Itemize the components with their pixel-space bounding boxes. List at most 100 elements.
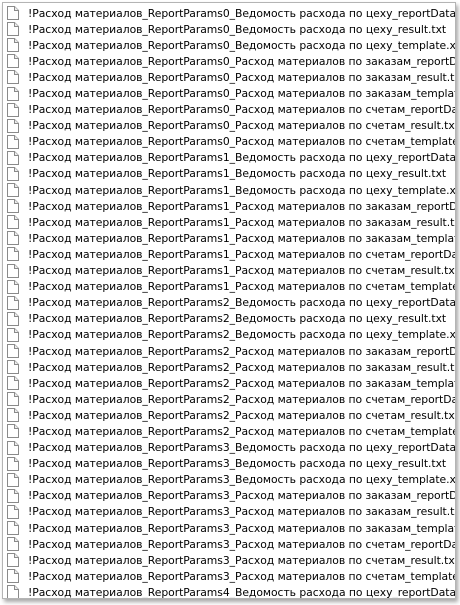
file-icon [7, 488, 19, 503]
file-list-item[interactable]: !Расход материалов_ReportParams2_Расход … [3, 423, 455, 439]
file-icon [7, 70, 19, 85]
file-icon [7, 392, 19, 407]
file-list-item[interactable]: !Расход материалов_ReportParams2_Расход … [3, 375, 455, 391]
file-list-item[interactable]: !Расход материалов_ReportParams1_Ведомос… [3, 182, 455, 198]
file-icon [7, 38, 19, 53]
file-list: !Расход материалов_ReportParams0_Ведомос… [3, 3, 456, 599]
file-icon [7, 553, 19, 568]
file-name: !Расход материалов_ReportParams2_Расход … [28, 424, 456, 438]
file-list-item[interactable]: !Расход материалов_ReportParams3_Расход … [3, 488, 455, 504]
file-list-item[interactable]: !Расход материалов_ReportParams1_Расход … [3, 214, 455, 230]
file-icon [7, 376, 19, 391]
file-list-item[interactable]: !Расход материалов_ReportParams1_Расход … [3, 230, 455, 246]
file-icon [7, 424, 19, 439]
file-name: !Расход материалов_ReportParams0_Ведомос… [28, 22, 447, 36]
file-icon [7, 263, 19, 278]
file-icon [7, 199, 19, 214]
file-list-item[interactable]: !Расход материалов_ReportParams0_Ведомос… [3, 5, 455, 21]
file-name: !Расход материалов_ReportParams0_Расход … [28, 135, 456, 149]
file-list-item[interactable]: !Расход материалов_ReportParams0_Расход … [3, 85, 455, 101]
file-name: !Расход материалов_ReportParams1_Ведомос… [28, 167, 447, 181]
file-name: !Расход материалов_ReportParams0_Расход … [28, 54, 456, 68]
file-list-item[interactable]: !Расход материалов_ReportParams2_Расход … [3, 407, 455, 423]
file-list-item[interactable]: !Расход материалов_ReportParams0_Ведомос… [3, 21, 455, 37]
file-name: !Расход материалов_ReportParams3_Расход … [28, 521, 456, 535]
file-list-item[interactable]: !Расход материалов_ReportParams1_Расход … [3, 279, 455, 295]
file-name: !Расход материалов_ReportParams2_Ведомос… [28, 328, 456, 342]
file-name: !Расход материалов_ReportParams3_Расход … [28, 553, 456, 567]
file-icon [7, 569, 19, 584]
file-icon [7, 327, 19, 342]
file-list-item[interactable]: !Расход материалов_ReportParams3_Ведомос… [3, 472, 455, 488]
file-name: !Расход материалов_ReportParams0_Ведомос… [28, 38, 456, 52]
file-icon [7, 134, 19, 149]
file-icon [7, 102, 19, 117]
file-name: !Расход материалов_ReportParams1_Расход … [28, 231, 456, 245]
file-list-item[interactable]: !Расход материалов_ReportParams3_Расход … [3, 536, 455, 552]
file-name: !Расход материалов_ReportParams1_Расход … [28, 280, 456, 294]
file-icon [7, 504, 19, 519]
file-name: !Расход материалов_ReportParams1_Ведомос… [28, 151, 456, 165]
file-name: !Расход материалов_ReportParams0_Расход … [28, 119, 456, 133]
file-name: !Расход материалов_ReportParams0_Расход … [28, 87, 456, 101]
file-icon [7, 295, 19, 310]
file-list-item[interactable]: !Расход материалов_ReportParams0_Расход … [3, 53, 455, 69]
file-list-item[interactable]: !Расход материалов_ReportParams4_Ведомос… [3, 584, 456, 599]
file-list-item[interactable]: !Расход материалов_ReportParams1_Расход … [3, 246, 455, 262]
file-icon [7, 537, 19, 552]
file-list-item[interactable]: !Расход материалов_ReportParams0_Ведомос… [3, 37, 455, 53]
file-list-item[interactable]: !Расход материалов_ReportParams2_Расход … [3, 391, 455, 407]
file-list-item[interactable]: !Расход материалов_ReportParams3_Расход … [3, 552, 455, 568]
file-list-item[interactable]: !Расход материалов_ReportParams2_Расход … [3, 359, 455, 375]
file-list-item[interactable]: !Расход материалов_ReportParams1_Расход … [3, 263, 455, 279]
file-name: !Расход материалов_ReportParams1_Ведомос… [28, 183, 456, 197]
file-name: !Расход материалов_ReportParams2_Расход … [28, 376, 456, 390]
file-list-item[interactable]: !Расход материалов_ReportParams0_Расход … [3, 102, 455, 118]
file-name: !Расход материалов_ReportParams1_Расход … [28, 199, 456, 213]
file-list-item[interactable]: !Расход материалов_ReportParams2_Расход … [3, 343, 455, 359]
file-name: !Расход материалов_ReportParams0_Расход … [28, 103, 456, 117]
file-list-item[interactable]: !Расход материалов_ReportParams1_Ведомос… [3, 150, 455, 166]
file-name: !Расход материалов_ReportParams3_Ведомос… [28, 457, 447, 471]
file-icon [7, 215, 19, 230]
file-list-item[interactable]: !Расход материалов_ReportParams3_Расход … [3, 520, 455, 536]
file-list-item[interactable]: !Расход материалов_ReportParams2_Ведомос… [3, 295, 455, 311]
file-list-item[interactable]: !Расход материалов_ReportParams3_Ведомос… [3, 456, 455, 472]
file-list-item[interactable]: !Расход материалов_ReportParams0_Расход … [3, 118, 455, 134]
file-icon [7, 311, 19, 326]
file-icon [7, 54, 19, 69]
file-name: !Расход материалов_ReportParams2_Расход … [28, 344, 456, 358]
file-icon [7, 472, 19, 487]
file-icon [7, 150, 19, 165]
file-icon [7, 360, 19, 375]
file-name: !Расход материалов_ReportParams3_Расход … [28, 505, 456, 519]
file-name: !Расход материалов_ReportParams0_Расход … [28, 70, 456, 84]
file-name: !Расход материалов_ReportParams1_Расход … [28, 215, 456, 229]
file-icon [7, 585, 19, 598]
file-icon [7, 118, 19, 133]
file-name: !Расход материалов_ReportParams3_Ведомос… [28, 473, 456, 487]
file-name: !Расход материалов_ReportParams3_Ведомос… [28, 441, 456, 455]
file-list-item[interactable]: !Расход материалов_ReportParams1_Расход … [3, 198, 455, 214]
file-list-window: !Расход материалов_ReportParams0_Ведомос… [2, 2, 456, 599]
file-list-item[interactable]: !Расход материалов_ReportParams3_Расход … [3, 504, 455, 520]
file-name: !Расход материалов_ReportParams0_Ведомос… [28, 6, 456, 20]
file-name: !Расход материалов_ReportParams4_Ведомос… [28, 585, 456, 599]
file-name: !Расход материалов_ReportParams2_Ведомос… [28, 296, 456, 310]
file-list-item[interactable]: !Расход материалов_ReportParams0_Расход … [3, 69, 455, 85]
file-name: !Расход материалов_ReportParams2_Расход … [28, 408, 456, 422]
file-icon [7, 456, 19, 471]
file-name: !Расход материалов_ReportParams3_Расход … [28, 489, 456, 503]
file-list-item[interactable]: !Расход материалов_ReportParams1_Ведомос… [3, 166, 455, 182]
file-list-item[interactable]: !Расход материалов_ReportParams3_Расход … [3, 568, 455, 584]
file-icon [7, 521, 19, 536]
file-icon [7, 344, 19, 359]
file-name: !Расход материалов_ReportParams3_Расход … [28, 537, 456, 551]
file-icon [7, 279, 19, 294]
file-list-item[interactable]: !Расход материалов_ReportParams3_Ведомос… [3, 440, 455, 456]
file-list-item[interactable]: !Расход материалов_ReportParams2_Ведомос… [3, 311, 455, 327]
file-list-item[interactable]: !Расход материалов_ReportParams0_Расход … [3, 134, 455, 150]
file-name: !Расход материалов_ReportParams2_Расход … [28, 360, 456, 374]
file-icon [7, 408, 19, 423]
file-list-item[interactable]: !Расход материалов_ReportParams2_Ведомос… [3, 327, 455, 343]
